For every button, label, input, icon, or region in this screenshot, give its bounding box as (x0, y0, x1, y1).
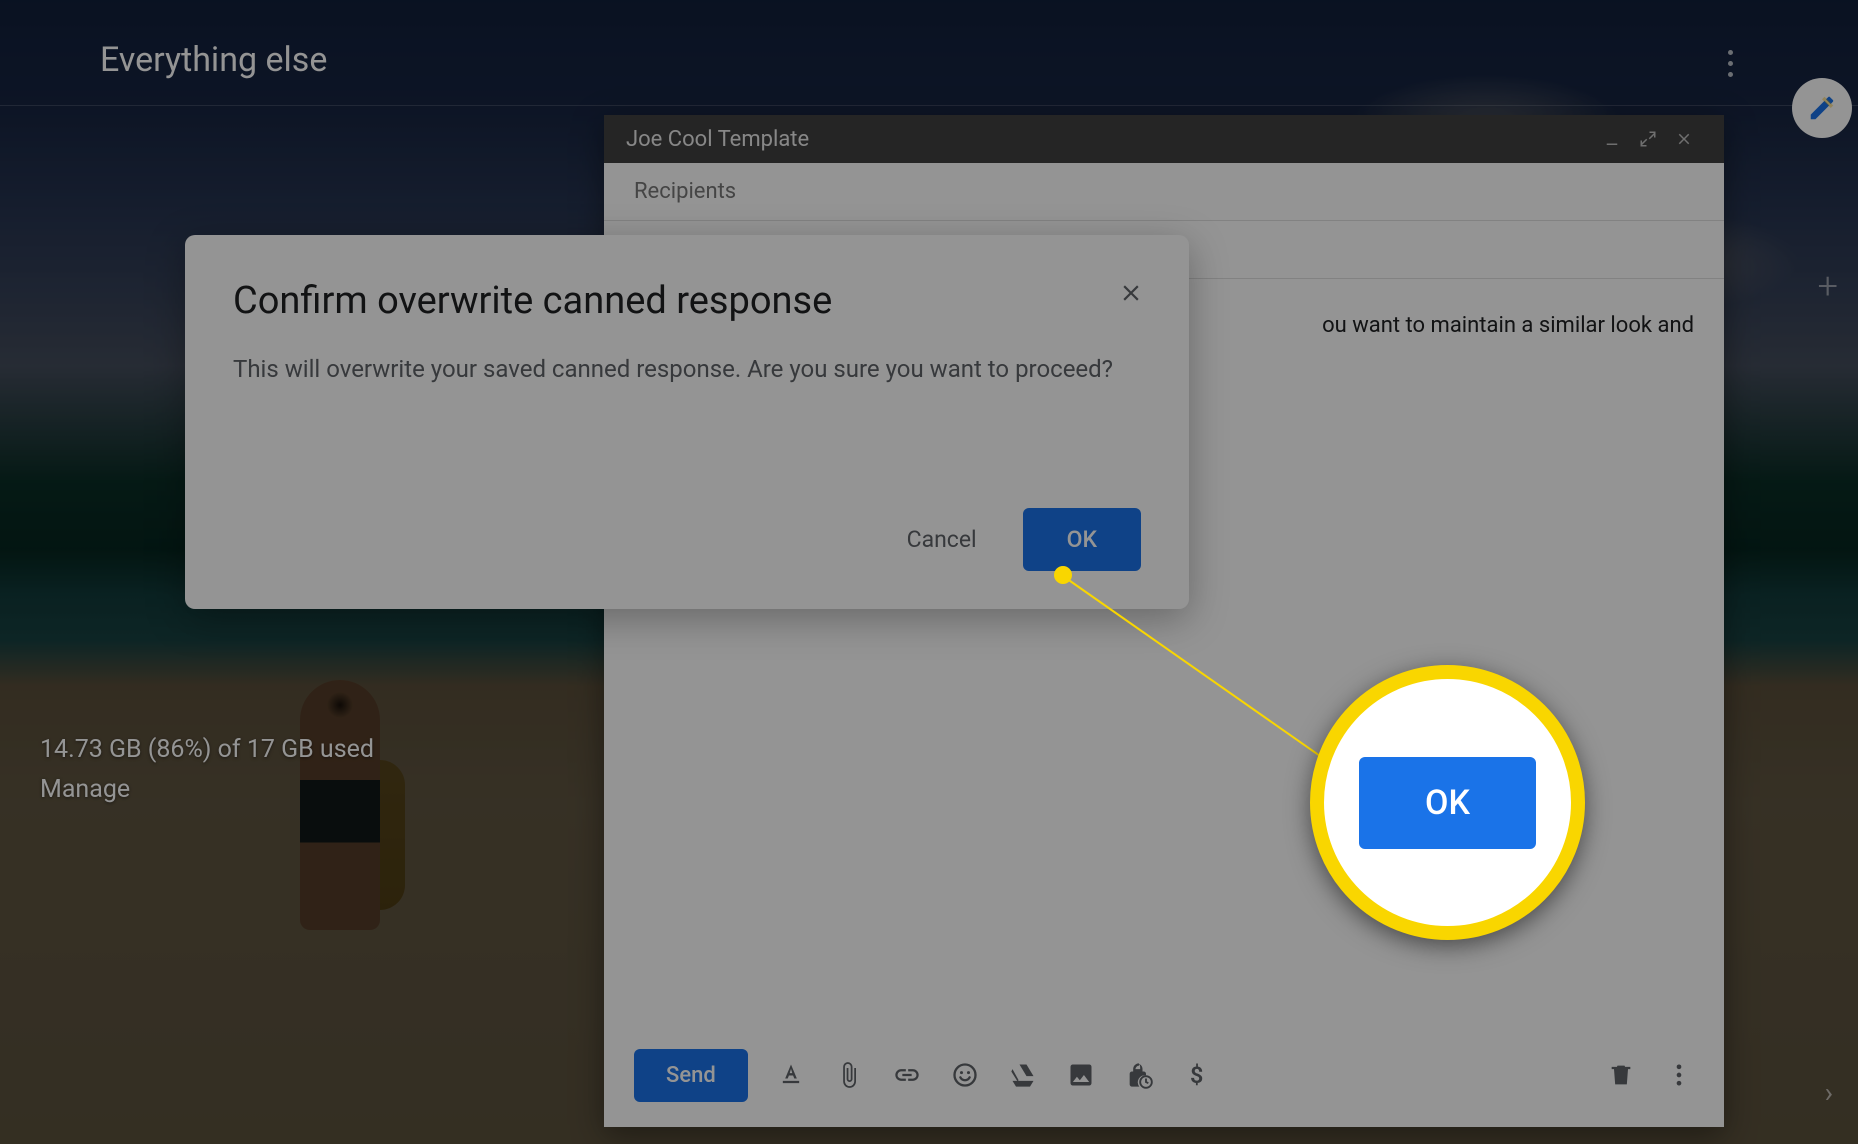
fullscreen-button[interactable] (1630, 121, 1666, 157)
storage-manage-link[interactable]: Manage (40, 770, 374, 810)
pencil-icon (1807, 93, 1837, 123)
format-icon (777, 1061, 805, 1089)
compose-title: Joe Cool Template (626, 127, 809, 152)
minimize-icon (1603, 130, 1621, 148)
drive-button[interactable] (1008, 1060, 1038, 1090)
callout-magnifier: OK (1310, 665, 1585, 940)
compose-titlebar: Joe Cool Template (604, 115, 1724, 163)
send-button[interactable]: Send (634, 1049, 748, 1102)
dialog-body: This will overwrite your saved canned re… (233, 351, 1133, 388)
emoji-button[interactable] (950, 1060, 980, 1090)
confirm-overwrite-dialog: Confirm overwrite canned response This w… (185, 235, 1189, 609)
close-compose-button[interactable] (1666, 121, 1702, 157)
compose-toolbar: Send $ (634, 1045, 1694, 1105)
format-button[interactable] (776, 1060, 806, 1090)
confidential-button[interactable] (1124, 1060, 1154, 1090)
svg-text:$: $ (1190, 1061, 1203, 1089)
paperclip-icon (835, 1061, 863, 1089)
add-icon[interactable]: + (1818, 265, 1838, 307)
section-header: Everything else (100, 40, 327, 80)
ok-button[interactable]: OK (1023, 508, 1141, 571)
dialog-title: Confirm overwrite canned response (233, 279, 1141, 323)
emoji-icon (951, 1061, 979, 1089)
storage-used: 14.73 GB (86%) of 17 GB used (40, 730, 374, 770)
link-button[interactable] (892, 1060, 922, 1090)
dollar-icon: $ (1183, 1061, 1211, 1089)
storage-info: 14.73 GB (86%) of 17 GB used Manage (40, 730, 374, 810)
recipients-field[interactable]: Recipients (604, 163, 1724, 221)
more-menu[interactable] (1728, 50, 1733, 77)
divider (0, 105, 1858, 106)
dialog-close-button[interactable] (1115, 277, 1147, 309)
trash-icon (1607, 1061, 1635, 1089)
callout-ok-button: OK (1359, 757, 1536, 849)
more-options-button[interactable] (1664, 1060, 1694, 1090)
money-button[interactable]: $ (1182, 1060, 1212, 1090)
expand-panel-icon[interactable]: › (1825, 1076, 1833, 1109)
close-icon (1675, 130, 1693, 148)
drive-icon (1009, 1061, 1037, 1089)
more-vertical-icon (1665, 1061, 1693, 1089)
cancel-button[interactable]: Cancel (879, 510, 1005, 569)
callout-anchor (1054, 566, 1072, 584)
fullscreen-icon (1639, 130, 1657, 148)
edit-theme-button[interactable] (1792, 78, 1852, 138)
image-icon (1067, 1061, 1095, 1089)
link-icon (893, 1061, 921, 1089)
minimize-button[interactable] (1594, 121, 1630, 157)
close-icon (1118, 280, 1144, 306)
lock-clock-icon (1125, 1061, 1153, 1089)
attach-button[interactable] (834, 1060, 864, 1090)
discard-button[interactable] (1606, 1060, 1636, 1090)
image-button[interactable] (1066, 1060, 1096, 1090)
